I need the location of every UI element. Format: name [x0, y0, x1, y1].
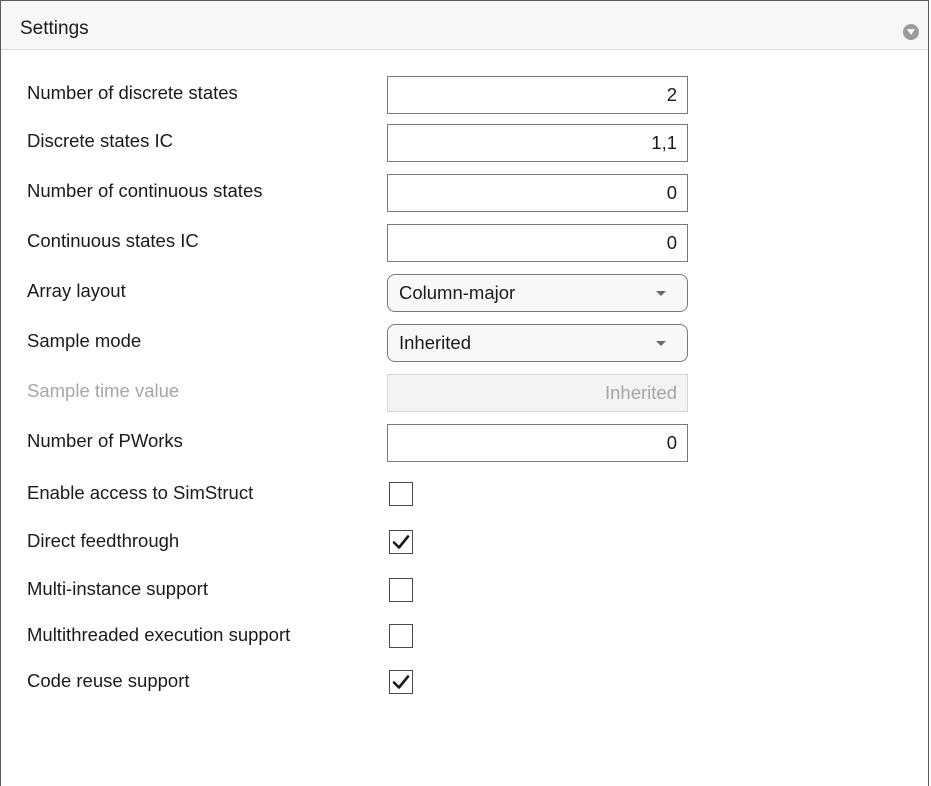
array-layout-value: Column-major [399, 282, 516, 303]
multi-instance-label: Multi-instance support [27, 578, 208, 599]
checkmark-icon [392, 675, 410, 689]
array-layout-label: Array layout [27, 280, 126, 301]
discrete-states-ic-label: Discrete states IC [27, 130, 173, 151]
row-num-discrete-states: Number of discrete states 2 [1, 76, 928, 116]
row-array-layout: Array layout Column-major [1, 274, 928, 314]
num-pworks-label: Number of PWorks [27, 430, 183, 451]
chevron-down-icon [656, 291, 666, 296]
row-simstruct-access: Enable access to SimStruct [1, 476, 928, 516]
sample-mode-dropdown[interactable]: Inherited [387, 324, 688, 362]
num-pworks-input[interactable]: 0 [387, 424, 688, 462]
discrete-states-ic-input[interactable]: 1,1 [387, 124, 688, 162]
row-discrete-states-ic: Discrete states IC 1,1 [1, 124, 928, 164]
continuous-states-ic-label: Continuous states IC [27, 230, 199, 251]
settings-panel: Settings Number of discrete states 2 Dis… [0, 0, 929, 786]
simstruct-access-label: Enable access to SimStruct [27, 482, 254, 503]
row-continuous-states-ic: Continuous states IC 0 [1, 224, 928, 264]
row-num-continuous-states: Number of continuous states 0 [1, 174, 928, 214]
num-discrete-states-label: Number of discrete states [27, 82, 238, 103]
panel-title: Settings [20, 18, 89, 39]
panel-header[interactable]: Settings [1, 0, 928, 50]
code-reuse-label: Code reuse support [27, 670, 190, 691]
sample-mode-value: Inherited [399, 332, 471, 353]
sample-time-value-input: Inherited [387, 374, 688, 412]
chevron-down-icon [656, 341, 666, 346]
checkmark-icon [392, 535, 410, 549]
array-layout-dropdown[interactable]: Column-major [387, 274, 688, 312]
multithreaded-label: Multithreaded execution support [27, 624, 291, 645]
sample-mode-label: Sample mode [27, 330, 142, 351]
row-multi-instance: Multi-instance support [1, 572, 928, 612]
num-discrete-states-input[interactable]: 2 [387, 76, 688, 114]
row-num-pworks: Number of PWorks 0 [1, 424, 928, 464]
continuous-states-ic-input[interactable]: 0 [387, 224, 688, 262]
row-multithreaded: Multithreaded execution support [1, 618, 928, 658]
multi-instance-checkbox[interactable] [389, 578, 413, 602]
direct-feedthrough-label: Direct feedthrough [27, 530, 180, 551]
row-sample-mode: Sample mode Inherited [1, 324, 928, 364]
multithreaded-checkbox[interactable] [389, 624, 413, 648]
sample-time-value-label: Sample time value [27, 380, 180, 401]
row-sample-time-value: Sample time value Inherited [1, 374, 928, 414]
code-reuse-checkbox[interactable] [389, 670, 413, 694]
collapse-icon[interactable] [903, 24, 919, 40]
row-direct-feedthrough: Direct feedthrough [1, 524, 928, 564]
num-continuous-states-label: Number of continuous states [27, 180, 263, 201]
row-code-reuse: Code reuse support [1, 664, 928, 704]
num-continuous-states-input[interactable]: 0 [387, 174, 688, 212]
simstruct-access-checkbox[interactable] [389, 482, 413, 506]
direct-feedthrough-checkbox[interactable] [389, 530, 413, 554]
